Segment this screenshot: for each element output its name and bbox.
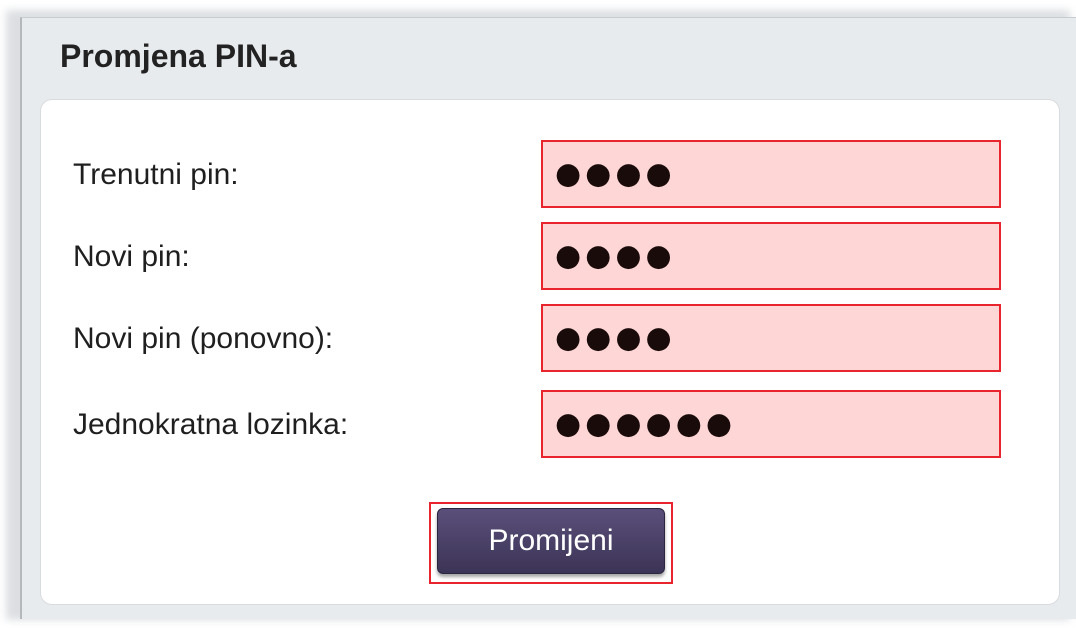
change-pin-submit-button[interactable]: Promijeni xyxy=(437,508,665,574)
current-pin-label: Trenutni pin: xyxy=(73,158,239,191)
new-pin-row: Novi pin: ●●●● xyxy=(41,222,1059,292)
new-pin-label: Novi pin: xyxy=(73,240,190,273)
one-time-password-label: Jednokratna lozinka: xyxy=(73,408,349,441)
change-pin-form: Trenutni pin: ●●●● Novi pin: ●●●● Novi p… xyxy=(40,99,1060,605)
new-pin-masked-value: ●●●● xyxy=(555,238,676,274)
one-time-password-masked-value: ●●●●●● xyxy=(555,406,737,442)
new-pin-repeat-masked-value: ●●●● xyxy=(555,320,676,356)
current-pin-row: Trenutni pin: ●●●● xyxy=(41,140,1059,210)
submit-highlight: Promijeni xyxy=(429,502,673,584)
current-pin-input[interactable]: ●●●● xyxy=(541,140,1001,208)
change-pin-panel: Promjena PIN-a Trenutni pin: ●●●● Novi p… xyxy=(20,17,1076,619)
new-pin-input[interactable]: ●●●● xyxy=(541,222,1001,290)
new-pin-repeat-row: Novi pin (ponovno): ●●●● xyxy=(41,304,1059,374)
new-pin-repeat-label: Novi pin (ponovno): xyxy=(73,322,334,355)
new-pin-repeat-input[interactable]: ●●●● xyxy=(541,304,1001,372)
one-time-password-row: Jednokratna lozinka: ●●●●●● xyxy=(41,390,1059,460)
panel-title: Promjena PIN-a xyxy=(60,38,297,74)
current-pin-masked-value: ●●●● xyxy=(555,156,676,192)
one-time-password-input[interactable]: ●●●●●● xyxy=(541,390,1001,458)
